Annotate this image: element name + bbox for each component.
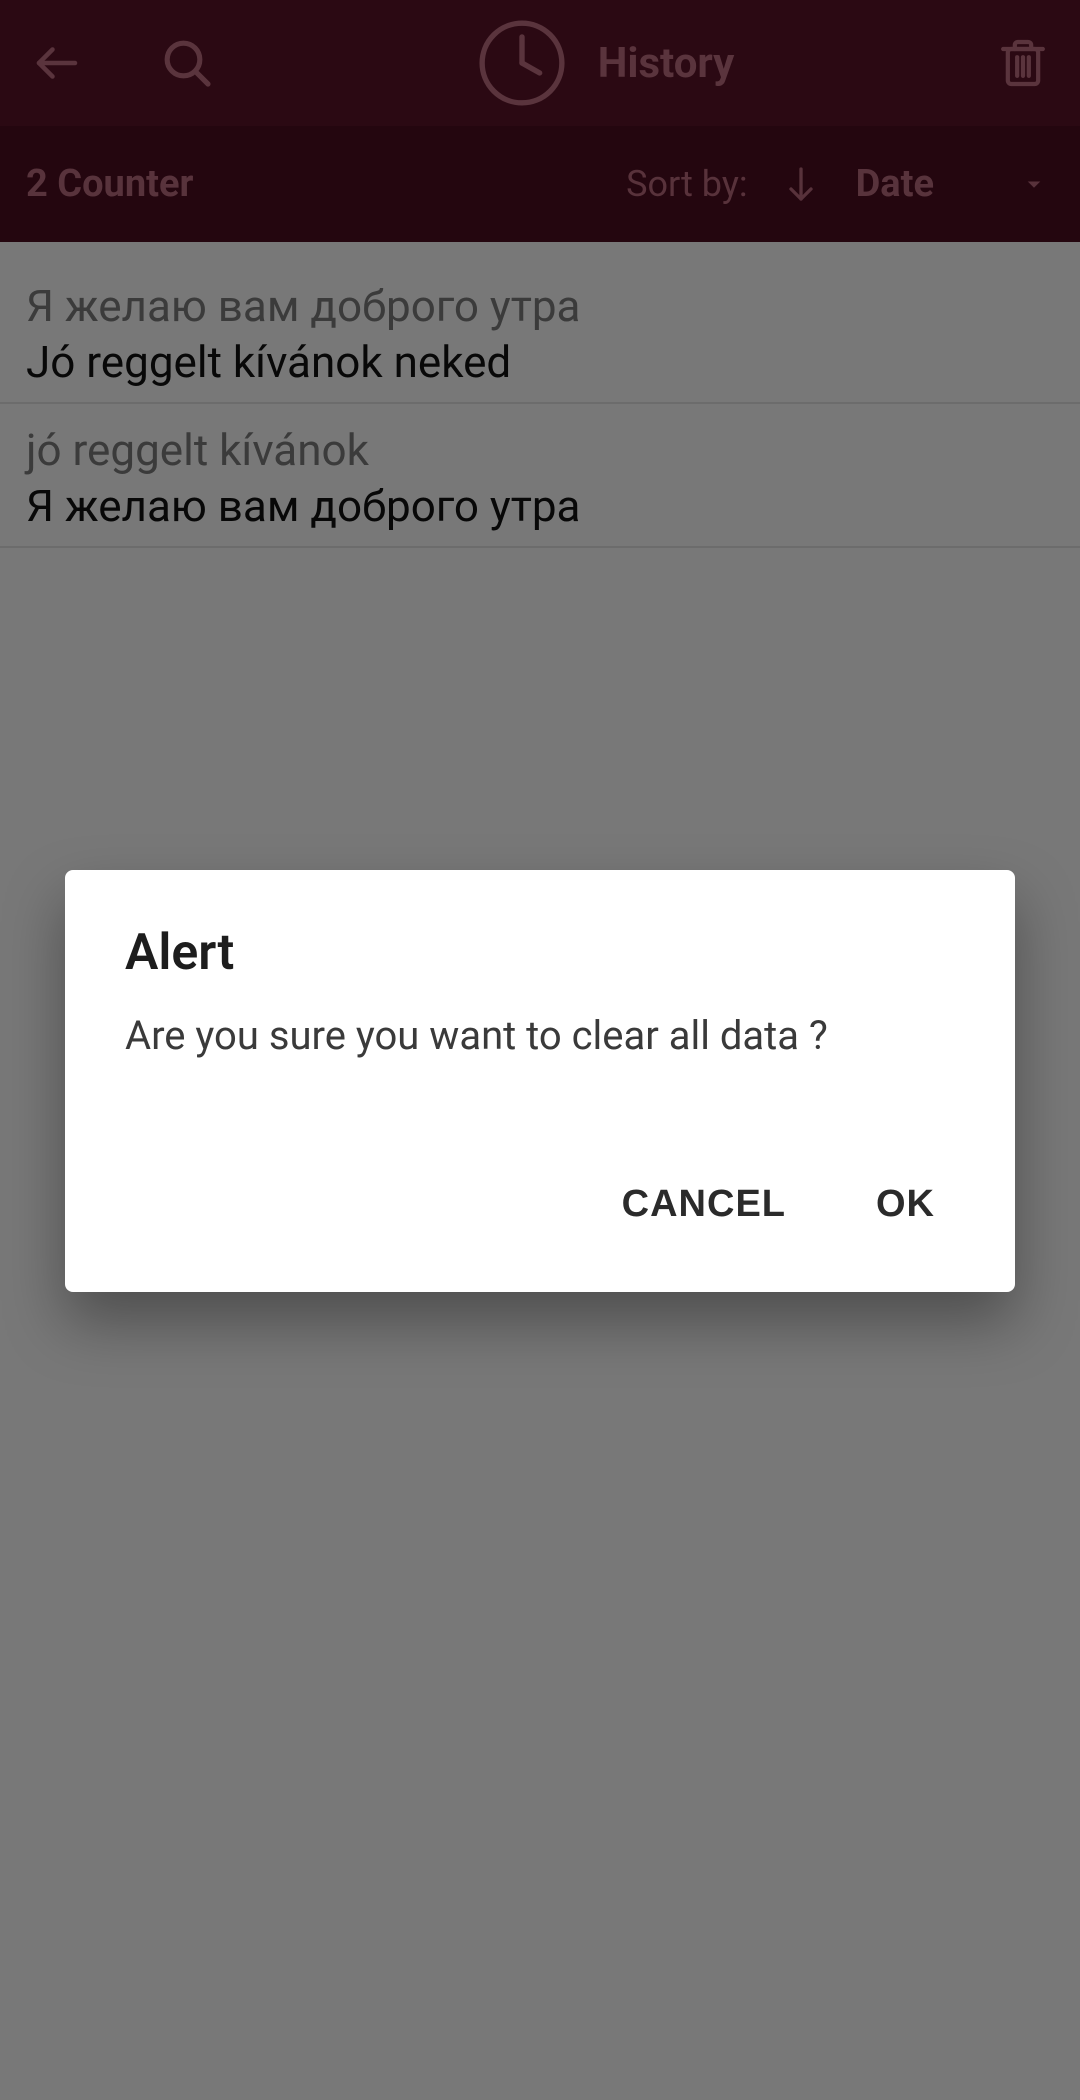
dialog-message: Are you sure you want to clear all data … (125, 1012, 955, 1059)
dialog-title: Alert (125, 924, 955, 982)
cancel-button[interactable]: CANCEL (612, 1169, 796, 1240)
modal-scrim[interactable]: Alert Are you sure you want to clear all… (0, 0, 1080, 2100)
dialog-actions: CANCEL OK (125, 1169, 955, 1264)
confirm-dialog: Alert Are you sure you want to clear all… (65, 870, 1015, 1292)
ok-button[interactable]: OK (866, 1169, 945, 1240)
